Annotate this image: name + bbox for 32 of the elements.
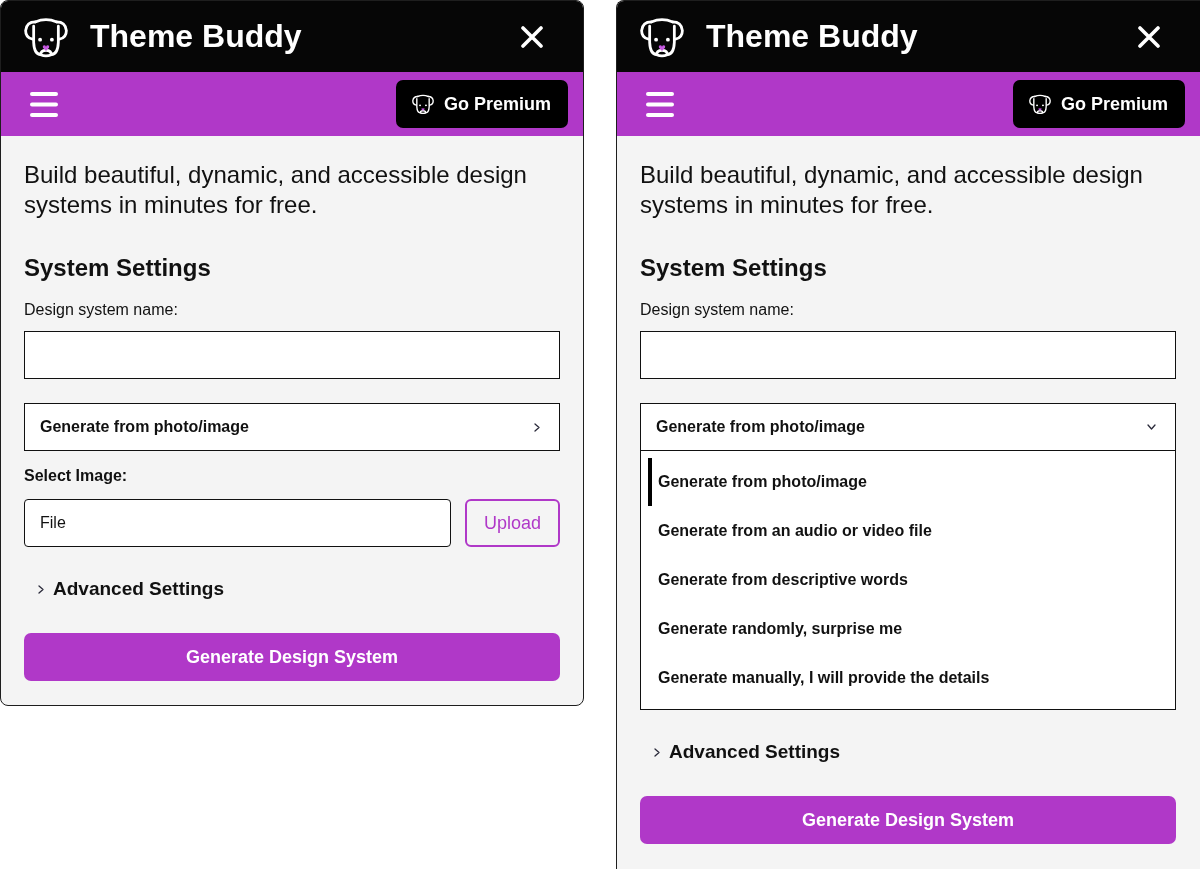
section-heading: System Settings bbox=[24, 253, 212, 283]
field-label: Design system name: bbox=[640, 300, 795, 320]
intro-text: Build beautiful, dynamic, and accessible design systems in minutes for free. bbox=[24, 160, 528, 220]
menu-icon[interactable] bbox=[30, 91, 58, 117]
menu-icon[interactable] bbox=[646, 91, 674, 117]
advanced-settings-toggle[interactable]: Advanced Settings bbox=[654, 740, 841, 764]
name-input-field[interactable] bbox=[24, 331, 560, 379]
source-select[interactable]: Generate from photo/image bbox=[640, 403, 1176, 451]
dog-icon bbox=[1028, 93, 1051, 115]
intro-text: Build beautiful, dynamic, and accessible design systems in minutes for free. bbox=[640, 160, 1144, 220]
close-icon[interactable] bbox=[1138, 25, 1160, 48]
close-icon[interactable] bbox=[521, 25, 543, 48]
source-select[interactable]: Generate from photo/image bbox=[24, 403, 560, 451]
dropdown-option[interactable]: Generate from photo/image bbox=[648, 458, 1168, 506]
dropdown-option[interactable]: Generate randomly, surprise me bbox=[648, 605, 1168, 653]
section-heading: System Settings bbox=[640, 253, 828, 283]
dog-icon bbox=[411, 93, 434, 115]
field-label: Design system name: bbox=[24, 300, 179, 320]
dropdown-option[interactable]: Generate manually, I will provide the details bbox=[648, 654, 1168, 702]
dropdown-option[interactable]: Generate from an audio or video file bbox=[648, 507, 1168, 555]
go-premium-button[interactable]: Go Premium bbox=[1012, 80, 1185, 128]
generate-design-system-button[interactable]: Generate Design System bbox=[640, 796, 1176, 844]
advanced-settings-toggle[interactable]: Advanced Settings bbox=[38, 577, 225, 601]
dropdown-option[interactable]: Generate from descriptive words bbox=[648, 556, 1168, 604]
generate-design-system-button[interactable]: Generate Design System bbox=[24, 633, 560, 681]
file-input-field[interactable]: File bbox=[24, 499, 451, 547]
field-label: Select Image: bbox=[24, 466, 129, 486]
name-input-field[interactable] bbox=[640, 331, 1176, 379]
app-title: Theme Buddy bbox=[90, 18, 303, 55]
app-title: Theme Buddy bbox=[706, 18, 919, 55]
upload-button[interactable]: Upload bbox=[465, 499, 560, 547]
go-premium-button[interactable]: Go Premium bbox=[395, 80, 568, 128]
